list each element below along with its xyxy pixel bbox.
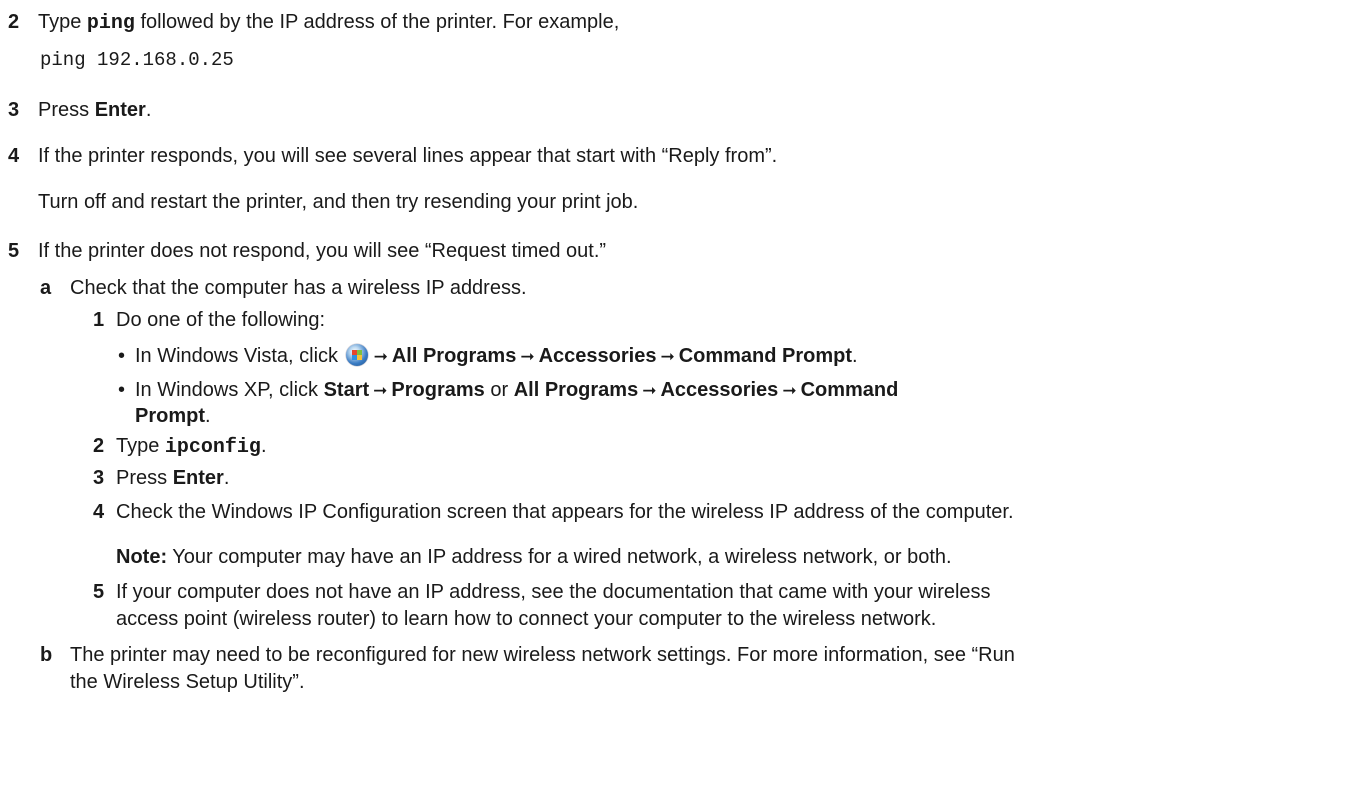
arrow-icon: ➞ (642, 381, 657, 401)
substep-letter: a (40, 277, 52, 299)
arrow-icon: ➞ (782, 381, 797, 401)
note: Note: Your computer may have an IP addre… (116, 545, 952, 570)
enter-key: Enter (172, 467, 224, 489)
note-text: Your computer may have an IP address for… (167, 546, 952, 568)
enter-key: Enter (94, 99, 146, 121)
note-label: Note: (116, 546, 168, 568)
item-number: 2 (93, 435, 105, 457)
step-3-text: Press Enter. (38, 99, 152, 121)
arrow-icon: ➞ (660, 347, 675, 367)
step-number: 5 (8, 240, 20, 262)
step-4-followup: Turn off and restart the printer, and th… (38, 191, 639, 213)
item-number: 1 (93, 309, 105, 331)
ping-command: ping (86, 12, 135, 35)
xp-instruction: In Windows XP, click Start ➞ Programs or A… (135, 379, 899, 401)
ipconfig-command: ipconfig (164, 436, 261, 459)
arrow-icon: ➞ (373, 381, 388, 401)
step-4-text: If the printer responds, you will see se… (38, 145, 778, 167)
step-number: 3 (8, 99, 20, 121)
item-5-line-1: If your computer does not have an IP add… (116, 581, 991, 603)
item-number: 4 (93, 501, 105, 523)
step-number: 4 (8, 145, 20, 167)
substep-a-text: Check that the computer has a wireless I… (70, 277, 527, 299)
item-number: 5 (93, 581, 105, 603)
windows-start-orb-icon (345, 344, 368, 366)
step-5-text: If the printer does not respond, you wil… (38, 240, 607, 262)
bullet-icon: • (118, 379, 126, 401)
substep-b-line-2: the Wireless Setup Utility”. (70, 671, 305, 693)
substep-b-line-1: The printer may need to be reconfigured … (70, 644, 1015, 666)
item-2-text: Type ipconfig. (116, 435, 267, 459)
ping-example-code: ping 192.168.0.25 (40, 49, 234, 71)
item-number: 3 (93, 467, 105, 489)
substep-letter: b (40, 644, 53, 666)
arrow-icon: ➞ (520, 347, 535, 367)
xp-instruction-continued: Prompt. (135, 405, 211, 427)
bullet-icon: • (118, 345, 126, 367)
step-number: 2 (8, 11, 20, 33)
arrow-icon: ➞ (373, 347, 388, 367)
step-2-text: Type ping followed by the IP address of … (38, 11, 620, 35)
item-5-line-2: access point (wireless router) to learn … (116, 608, 937, 630)
item-4-text: Check the Windows IP Configuration scree… (116, 501, 1014, 523)
vista-instruction: In Windows Vista, click ➞ All Programs ➞ Ac… (135, 344, 858, 367)
item-1-text: Do one of the following: (116, 309, 326, 331)
item-3-text: Press Enter. (116, 467, 230, 489)
